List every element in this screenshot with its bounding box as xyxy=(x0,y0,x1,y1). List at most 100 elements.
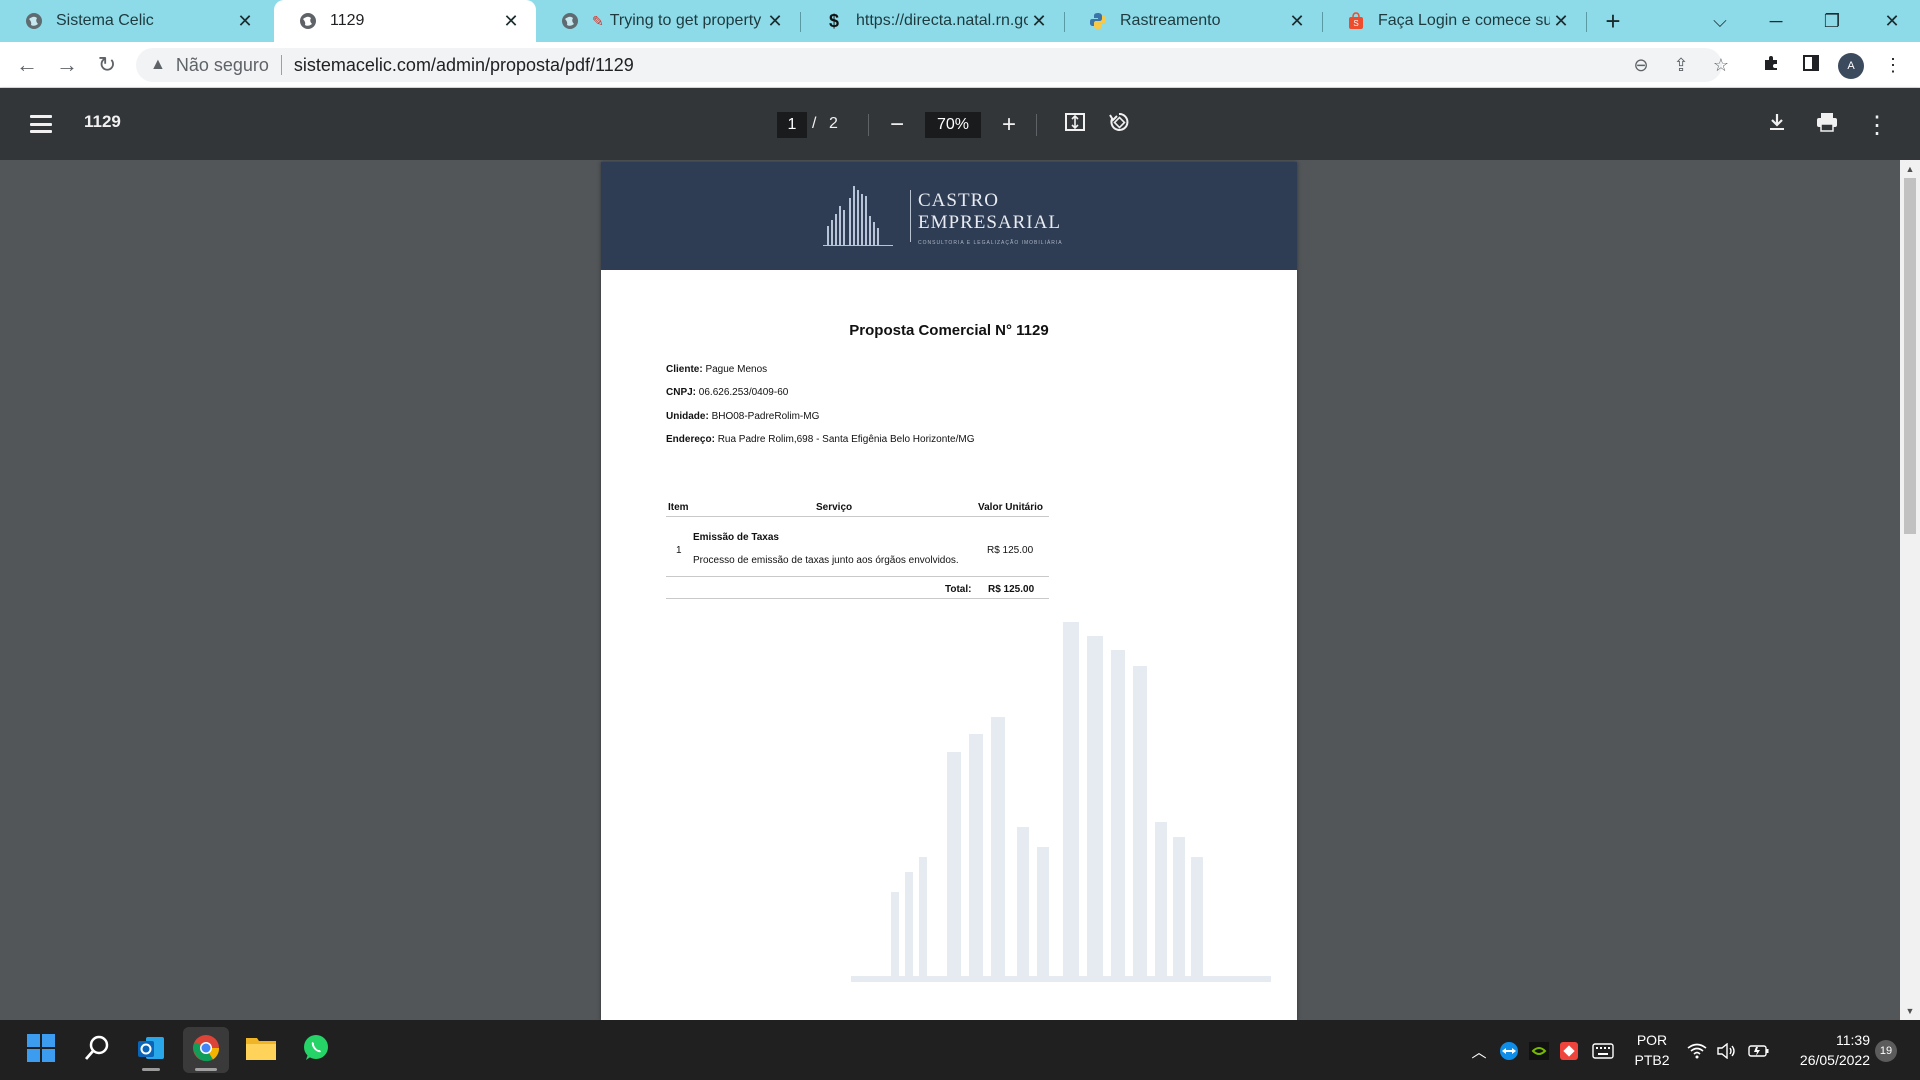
zoom-button[interactable]: ⊖ xyxy=(1626,50,1656,80)
bookmark-button[interactable]: ☆ xyxy=(1706,50,1736,80)
url-text: sistemacelic.com/admin/proposta/pdf/1129 xyxy=(293,54,634,75)
anydesk-icon[interactable] xyxy=(1558,1040,1580,1062)
arrow-left-icon: ← xyxy=(16,52,38,77)
tab-sistema-celic[interactable]: Sistema Celic ✕ xyxy=(0,0,270,42)
arrow-right-icon: → xyxy=(56,52,78,77)
reload-button[interactable]: ↻ xyxy=(92,50,122,80)
vertical-scrollbar[interactable]: ▲ ▼ xyxy=(1900,160,1920,1020)
fit-page-button[interactable] xyxy=(1060,110,1090,140)
globe-icon xyxy=(24,11,44,31)
globe-icon xyxy=(298,11,318,31)
language-indicator[interactable]: POR PTB2 xyxy=(1632,1030,1672,1070)
logo-text: CASTRO EMPRESARIAL xyxy=(918,190,1061,234)
star-icon: ☆ xyxy=(1712,54,1730,75)
more-vert-icon: ⋮ xyxy=(1884,54,1902,75)
wifi-icon[interactable] xyxy=(1686,1040,1708,1062)
system-clock[interactable]: 11:39 26/05/2022 xyxy=(1784,1030,1870,1070)
pdf-more-button[interactable]: ⋮ xyxy=(1862,110,1892,140)
page-number-input[interactable]: 1 xyxy=(777,112,807,138)
close-icon[interactable]: ✕ xyxy=(500,10,522,32)
battery-icon[interactable] xyxy=(1748,1040,1770,1062)
logo-tagline: CONSULTORIA E LEGALIZAÇÃO IMOBILIÁRIA xyxy=(918,240,1063,246)
zoom-input[interactable]: 70% xyxy=(925,112,981,138)
minimize-button[interactable]: ─ xyxy=(1748,0,1804,42)
tab-trying-to-get-property[interactable]: ✎ Trying to get property 'r ✕ xyxy=(536,0,800,42)
minus-icon: − xyxy=(889,111,904,138)
tab-faca-login[interactable]: S Faça Login e comece suas C ✕ xyxy=(1322,0,1586,42)
search-icon xyxy=(82,1033,112,1068)
tab-directa-natal[interactable]: $ https://directa.natal.rn.gov.b ✕ xyxy=(800,0,1064,42)
total-value: R$ 125.00 xyxy=(988,584,1035,595)
field-cnpj: CNPJ: 06.626.253/0409-60 xyxy=(666,387,788,398)
field-cliente: Cliente: Pague Menos xyxy=(666,364,767,375)
file-explorer-icon xyxy=(245,1034,277,1067)
shopping-bag-icon: S xyxy=(1346,11,1366,31)
svg-text:S: S xyxy=(1353,19,1358,28)
tab-title: https://directa.natal.rn.gov.b xyxy=(856,12,1028,29)
keyboard-icon[interactable] xyxy=(1592,1040,1614,1062)
table-header-item: Item xyxy=(668,502,689,513)
building-logo-icon xyxy=(823,186,893,246)
forward-button[interactable]: → xyxy=(52,50,82,80)
rotate-button[interactable] xyxy=(1104,110,1134,140)
field-label: CNPJ: xyxy=(666,387,697,398)
download-button[interactable] xyxy=(1762,110,1792,140)
start-icon xyxy=(26,1033,56,1068)
side-panel-button[interactable] xyxy=(1796,50,1826,80)
start-button[interactable] xyxy=(18,1027,64,1073)
close-icon[interactable]: ✕ xyxy=(1028,10,1050,32)
tab-rastreamento[interactable]: Rastreamento ✕ xyxy=(1064,0,1322,42)
rotate-icon xyxy=(1108,111,1130,140)
field-label: Cliente: xyxy=(666,364,703,375)
field-endereco: Endereço: Rua Padre Rolim,698 - Santa Ef… xyxy=(666,434,974,445)
tab-title: Faça Login e comece suas C xyxy=(1378,12,1550,29)
zoom-in-button[interactable]: + xyxy=(994,110,1024,140)
restore-button[interactable]: ❐ xyxy=(1804,0,1860,42)
tab-1129[interactable]: 1129 ✕ xyxy=(274,0,536,42)
print-button[interactable] xyxy=(1812,110,1842,140)
address-bar[interactable]: ▲ Não seguro sistemacelic.com/admin/prop… xyxy=(136,48,1722,82)
restore-icon: ❐ xyxy=(1823,10,1841,31)
teamviewer-icon[interactable] xyxy=(1498,1040,1520,1062)
whatsapp-icon xyxy=(301,1033,331,1068)
scroll-down-icon[interactable]: ▼ xyxy=(1905,1006,1915,1016)
close-window-button[interactable]: ✕ xyxy=(1864,0,1920,42)
share-button[interactable]: ⇪ xyxy=(1666,50,1696,80)
nvidia-icon[interactable] xyxy=(1528,1040,1550,1062)
chrome-menu-button[interactable]: ⋮ xyxy=(1878,50,1908,80)
zoom-out-button[interactable]: − xyxy=(882,110,912,140)
row-item-number: 1 xyxy=(676,545,682,556)
fit-page-icon xyxy=(1064,111,1086,140)
profile-avatar[interactable]: A xyxy=(1838,53,1864,79)
globe-icon xyxy=(560,11,580,31)
notification-badge[interactable]: 19 xyxy=(1875,1040,1897,1062)
document-header: CASTRO EMPRESARIAL CONSULTORIA E LEGALIZ… xyxy=(601,162,1297,270)
page-separator: / xyxy=(812,115,817,132)
logo-line2: EMPRESARIAL xyxy=(918,212,1061,233)
close-icon[interactable]: ✕ xyxy=(1550,10,1572,32)
tab-search-button[interactable]: ⌵ xyxy=(1692,0,1748,42)
chrome-app[interactable] xyxy=(183,1027,229,1073)
field-value: Pague Menos xyxy=(705,364,768,375)
file-explorer-app[interactable] xyxy=(238,1027,284,1073)
whatsapp-app[interactable] xyxy=(293,1027,339,1073)
close-icon[interactable]: ✕ xyxy=(234,10,256,32)
volume-icon[interactable] xyxy=(1716,1040,1738,1062)
tray-overflow-chevron-icon[interactable]: ︿ xyxy=(1468,1040,1490,1062)
close-icon[interactable]: ✕ xyxy=(1286,10,1308,32)
row-service-desc: Processo de emissão de taxas junto aos ó… xyxy=(693,555,959,566)
outlook-app[interactable] xyxy=(128,1027,174,1073)
scroll-up-icon[interactable]: ▲ xyxy=(1905,164,1915,174)
close-icon[interactable]: ✕ xyxy=(764,10,786,32)
search-button[interactable] xyxy=(74,1027,120,1073)
print-icon xyxy=(1816,111,1838,139)
warning-icon: ▲ xyxy=(150,56,166,73)
back-button[interactable]: ← xyxy=(12,50,42,80)
extensions-button[interactable] xyxy=(1756,50,1786,80)
menu-icon[interactable] xyxy=(26,110,56,138)
new-tab-button[interactable]: + xyxy=(1598,6,1628,36)
windows-taskbar: ︿ POR PTB2 11:39 26/05/2022 19 xyxy=(0,1020,1920,1080)
scrollbar-thumb[interactable] xyxy=(1904,178,1916,534)
python-icon xyxy=(1088,11,1108,31)
tab-title: Sistema Celic xyxy=(56,12,154,29)
